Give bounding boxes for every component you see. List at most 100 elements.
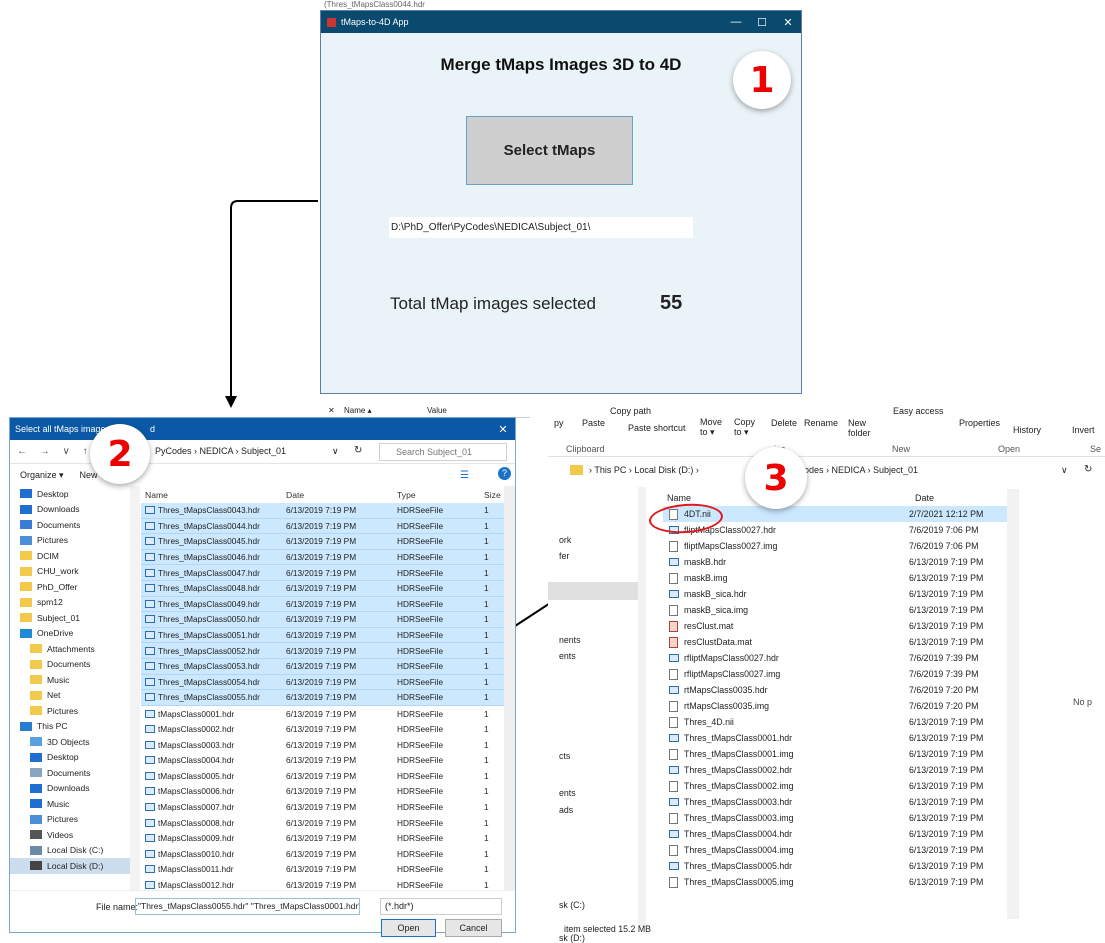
file-row[interactable]: tMapsClass0006.hdr 6/13/2019 7:19 PM HDRSe… [141,784,504,800]
nav-item[interactable]: 3D Objects [10,734,130,750]
col-date[interactable]: Date [283,490,394,500]
file-row[interactable]: tMapsClass0010.hdr 6/13/2019 7:19 PM HDRSe… [141,846,504,862]
file-row[interactable]: Thres_tMapsClass0049.hdr 6/13/2019 7:19 P… [141,596,504,613]
file-row[interactable]: tMapsClass0001.hdr 6/13/2019 7:19 PM HDRSe… [141,706,504,722]
nav-item-label[interactable]: cts [559,751,570,761]
rename-button[interactable]: Rename [804,418,838,428]
nav-item-label[interactable]: sk (C:) [559,900,585,910]
help-icon[interactable]: ? [498,467,511,480]
file-row[interactable]: Thres_tMapsClass0001.img 6/13/2019 7:19 P… [663,746,1018,762]
file-row[interactable]: Thres_tMapsClass0047.hdr 6/13/2019 7:19 P… [141,565,504,581]
nav-arrows-icon[interactable]: ← → ∨ ↑ [17,446,93,457]
view-icon[interactable]: ☰ [460,470,469,481]
nav-item-label[interactable]: sk (D:) [559,933,585,943]
file-row[interactable]: fliptMapsClass0027.img 7/6/2019 7:06 PM [663,538,1018,554]
properties-button[interactable]: Properties [959,418,1000,428]
filetype-select[interactable]: (*.hdr*) [380,898,502,915]
nav-pane-scrollbar[interactable] [638,487,646,927]
nav-item-label[interactable]: ents [559,788,576,798]
nav-item[interactable]: Downloads [10,781,130,797]
file-row[interactable]: Thres_tMapsClass0003.hdr 6/13/2019 7:19 P… [663,794,1018,810]
nav-item[interactable]: Videos [10,827,130,843]
paste-button[interactable]: Paste [582,418,605,428]
nav-item[interactable]: DCIM [10,548,130,564]
close-button[interactable]: ✕ [775,16,801,29]
copy-to-button[interactable]: Copy to ▾ [734,417,755,438]
nav-item[interactable]: Pictures [10,812,130,828]
file-row[interactable]: Thres_tMapsClass0005.img 6/13/2019 7:19 P… [663,874,1018,890]
file-row[interactable]: Thres_tMapsClass0050.hdr 6/13/2019 7:19 P… [141,612,504,628]
nav-item[interactable]: Attachments [10,641,130,657]
nav-item[interactable]: Subject_01 [10,610,130,626]
nav-item[interactable]: This PC [10,719,130,735]
nav-item[interactable]: Pictures [10,703,130,719]
nav-item[interactable]: Net [10,688,130,704]
nav-item[interactable]: Documents [10,657,130,673]
file-row[interactable]: Thres_tMapsClass0003.img 6/13/2019 7:19 P… [663,810,1018,826]
file-row[interactable]: rtMapsClass0035.img 7/6/2019 7:20 PM [663,698,1018,714]
file-row[interactable]: resClust.mat 6/13/2019 7:19 PM [663,618,1018,634]
nav-item[interactable]: Desktop [10,750,130,766]
nav-item[interactable]: CHU_work [10,564,130,580]
dialog-close-button[interactable]: ✕ [491,423,515,436]
file-row[interactable]: Thres_tMapsClass0046.hdr 6/13/2019 7:19 P… [141,549,504,566]
file-row[interactable]: tMapsClass0007.hdr 6/13/2019 7:19 PM HDRSe… [141,799,504,815]
nav-item-label[interactable]: fer [559,551,569,561]
nav-item[interactable]: Documents [10,517,130,533]
nav-item[interactable]: Downloads [10,502,130,518]
explorer-scrollbar[interactable] [1007,489,1019,919]
file-row[interactable]: rfliptMapsClass0027.img 7/6/2019 7:39 PM [663,666,1018,682]
chevron-down-icon[interactable]: ∨ [1061,465,1068,476]
file-row[interactable]: tMapsClass0003.hdr 6/13/2019 7:19 PM HDRSe… [141,737,504,753]
col-type[interactable]: Type [394,490,484,500]
delete-button[interactable]: Delete [771,418,797,428]
file-row[interactable]: Thres_tMapsClass0043.hdr 6/13/2019 7:19 P… [141,503,504,519]
crumb-left[interactable]: › This PC › Local Disk (D:) › [589,465,699,475]
nav-item[interactable]: Music [10,796,130,812]
file-row[interactable]: Thres_tMapsClass0054.hdr 6/13/2019 7:19 P… [141,674,504,691]
file-row[interactable]: Thres_tMapsClass0045.hdr 6/13/2019 7:19 P… [141,534,504,550]
file-row[interactable]: Thres_tMapsClass0002.img 6/13/2019 7:19 P… [663,778,1018,794]
nav-item[interactable]: Local Disk (C:) [10,843,130,859]
select-tmaps-button[interactable]: Select tMaps [466,116,633,185]
invert-selection-button[interactable]: Invert [1072,425,1095,435]
paste-shortcut-button[interactable]: Paste shortcut [628,423,686,433]
search-input[interactable]: Search Subject_01 [379,443,507,461]
file-row[interactable]: resClustData.mat 6/13/2019 7:19 PM [663,634,1018,650]
history-button[interactable]: History [1013,425,1041,435]
easy-access-button[interactable]: Easy access [893,406,944,416]
col-size[interactable]: Size [484,490,504,500]
copy-path-button[interactable]: Copy path [610,406,651,416]
chevron-down-icon[interactable]: ∨ [332,446,339,457]
move-to-button[interactable]: Move to ▾ [700,417,722,438]
nav-scrollbar[interactable] [130,486,140,890]
grid-scrollbar[interactable] [504,486,515,890]
file-row[interactable]: maskB.hdr 6/13/2019 7:19 PM [663,554,1018,570]
nav-item[interactable]: PhD_Offer [10,579,130,595]
nav-item-label[interactable]: ork [559,535,571,545]
file-row[interactable]: maskB.img 6/13/2019 7:19 PM [663,570,1018,586]
file-row[interactable]: Thres_tMapsClass0048.hdr 6/13/2019 7:19 P… [141,580,504,597]
refresh-icon[interactable]: ↻ [354,445,362,456]
file-row[interactable]: Thres_tMapsClass0044.hdr 6/13/2019 7:19 P… [141,518,504,535]
file-row[interactable]: Thres_tMapsClass0055.hdr 6/13/2019 7:19 P… [141,690,504,706]
file-row[interactable]: tMapsClass0012.hdr 6/13/2019 7:19 PM HDRSe… [141,877,504,890]
file-row[interactable]: tMapsClass0008.hdr 6/13/2019 7:19 PM HDRSe… [141,815,504,831]
maximize-button[interactable]: ☐ [749,16,775,29]
minimize-button[interactable]: — [723,16,749,29]
file-row[interactable]: rfliptMapsClass0027.hdr 7/6/2019 7:39 PM [663,650,1018,666]
nav-item[interactable]: OneDrive [10,626,130,642]
file-row[interactable]: maskB_sica.img 6/13/2019 7:19 PM [663,602,1018,618]
file-row[interactable]: tMapsClass0004.hdr 6/13/2019 7:19 PM HDRSe… [141,753,504,769]
file-row[interactable]: Thres_tMapsClass0004.hdr 6/13/2019 7:19 P… [663,826,1018,842]
nav-item-label[interactable]: ads [559,805,573,815]
file-row[interactable]: Thres_tMapsClass0001.hdr 6/13/2019 7:19 P… [663,730,1018,746]
file-row[interactable]: tMapsClass0011.hdr 6/13/2019 7:19 PM HDRSe… [141,862,504,878]
file-row[interactable]: rtMapsClass0035.hdr 7/6/2019 7:20 PM [663,682,1018,698]
file-row[interactable]: tMapsClass0005.hdr 6/13/2019 7:19 PM HDRSe… [141,768,504,784]
file-row[interactable]: Thres_tMapsClass0053.hdr 6/13/2019 7:19 P… [141,658,504,675]
nav-item[interactable]: spm12 [10,595,130,611]
organize-button[interactable]: Organize ▾ [20,470,64,481]
col-date[interactable]: Date [915,493,934,503]
refresh-icon[interactable]: ↻ [1084,464,1092,475]
